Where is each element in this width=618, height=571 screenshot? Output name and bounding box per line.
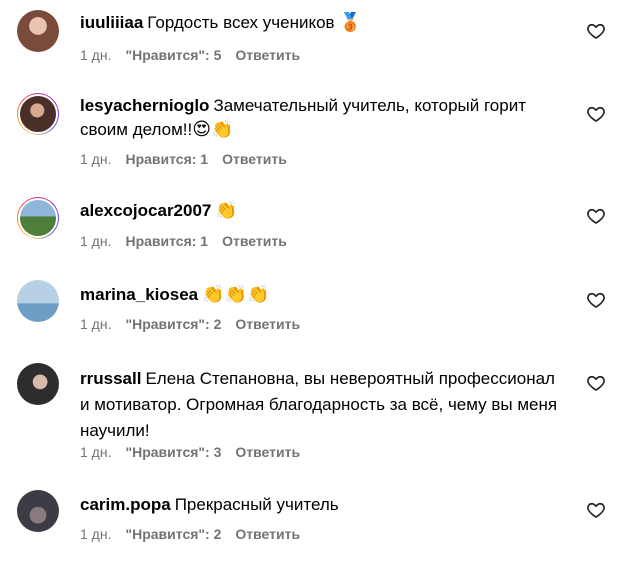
avatar-image [17,10,59,52]
avatar[interactable] [17,93,59,135]
comment-body: Елена Степановна, вы невероятный професс… [80,369,558,440]
comment-text: rrussall Елена Степановна, вы невероятный… [80,366,560,444]
reply-button[interactable]: Ответить [235,526,300,542]
comment-username[interactable]: marina_kiosea [80,285,198,304]
avatar-image [17,490,59,532]
comment-text: carim.popa Прекрасный учитель [80,493,560,517]
comment-meta: 1 дн. Нравится: 1 Ответить [80,151,301,167]
like-button[interactable] [586,104,606,124]
comment-time[interactable]: 1 дн. [80,444,111,460]
comment-username[interactable]: lesyachernioglo [80,96,209,115]
comment-text: lesyachernioglo Замечательный учитель, ко… [80,94,560,142]
avatar[interactable] [17,490,59,532]
comment-text: iuuliiiaa Гордость всех учеников 🥉 [80,11,560,35]
reply-button[interactable]: Ответить [222,151,287,167]
comment-likes[interactable]: "Нравится": 3 [125,444,221,460]
avatar[interactable] [17,10,59,52]
comment-username[interactable]: rrussall [80,369,141,388]
comment-emoji: 👏 [215,200,238,221]
reply-button[interactable]: Ответить [235,444,300,460]
comment-likes[interactable]: "Нравится": 2 [125,316,221,332]
comment-time[interactable]: 1 дн. [80,316,111,332]
reply-button[interactable]: Ответить [222,233,287,249]
like-button[interactable] [586,290,606,310]
heart-outline-icon [587,23,605,39]
comment-meta: 1 дн. "Нравится": 5 Ответить [80,47,314,63]
comment-meta: 1 дн. Нравится: 1 Ответить [80,233,301,249]
comment-meta: 1 дн. "Нравится": 3 Ответить [80,444,314,460]
comment-likes[interactable]: "Нравится": 5 [125,47,221,63]
comment-body: Гордость всех учеников [147,13,335,32]
comment-username[interactable]: iuuliiiaa [80,13,143,32]
comment-time[interactable]: 1 дн. [80,526,111,542]
comment-time[interactable]: 1 дн. [80,47,111,63]
avatar[interactable] [17,197,59,239]
like-button[interactable] [586,21,606,41]
reply-button[interactable]: Ответить [235,316,300,332]
avatar-image [18,94,58,134]
comment-body: Прекрасный учитель [174,495,339,514]
heart-outline-icon [587,502,605,518]
comment-text: alexcojocar2007 👏 [80,199,560,223]
comment-likes[interactable]: "Нравится": 2 [125,526,221,542]
heart-outline-icon [587,208,605,224]
avatar-image [17,363,59,405]
avatar-image [17,280,59,322]
comment-text: marina_kiosea 👏👏👏 [80,283,560,307]
comment-time[interactable]: 1 дн. [80,233,111,249]
reply-button[interactable]: Ответить [235,47,300,63]
heart-outline-icon [587,106,605,122]
avatar-image [18,198,58,238]
comment-likes[interactable]: Нравится: 1 [125,151,208,167]
comment-likes[interactable]: Нравится: 1 [125,233,208,249]
comment-emoji: 👏👏👏 [202,284,270,305]
heart-outline-icon [587,375,605,391]
like-button[interactable] [586,373,606,393]
heart-outline-icon [587,292,605,308]
like-button[interactable] [586,500,606,520]
comment-meta: 1 дн. "Нравится": 2 Ответить [80,526,314,542]
avatar[interactable] [17,280,59,322]
comment-emoji: 😍👏 [192,119,234,140]
comments-list: iuuliiiaa Гордость всех учеников 🥉 1 дн. "… [0,0,618,571]
comment-username[interactable]: alexcojocar2007 [80,201,211,220]
avatar[interactable] [17,363,59,405]
comment-time[interactable]: 1 дн. [80,151,111,167]
comment-username[interactable]: carim.popa [80,495,171,514]
like-button[interactable] [586,206,606,226]
comment-meta: 1 дн. "Нравится": 2 Ответить [80,316,314,332]
comment-emoji: 🥉 [339,12,362,33]
